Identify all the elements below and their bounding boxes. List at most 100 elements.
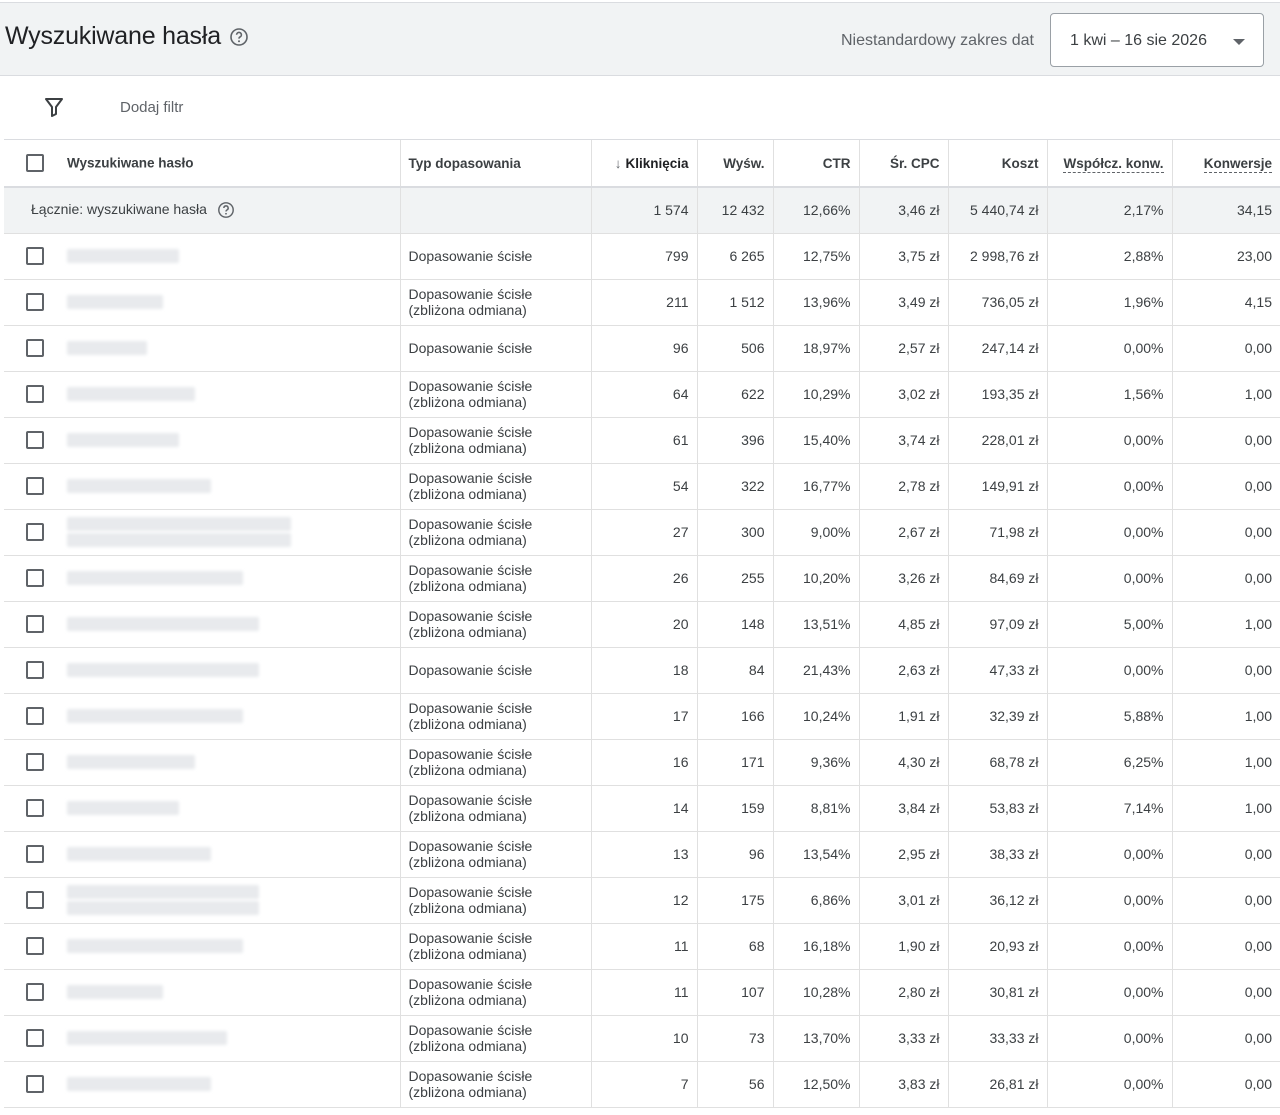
table-row[interactable]: Dopasowanie ścisłe (zbliżona odmiana) 10 73… bbox=[4, 1015, 1280, 1062]
column-conv-rate[interactable]: Współcz. konw. bbox=[1047, 140, 1173, 188]
search-term[interactable] bbox=[67, 385, 195, 403]
total-conv-rate: 2,17% bbox=[1047, 187, 1173, 234]
search-term[interactable] bbox=[67, 615, 259, 633]
impressions-cell: 322 bbox=[697, 463, 774, 510]
search-term[interactable] bbox=[67, 799, 179, 817]
row-checkbox[interactable] bbox=[26, 1075, 44, 1093]
row-checkbox[interactable] bbox=[26, 799, 44, 817]
search-term[interactable] bbox=[67, 1029, 227, 1047]
column-avg-cpc[interactable]: Śr. CPC bbox=[859, 140, 949, 188]
select-all-checkbox[interactable] bbox=[26, 154, 44, 172]
row-checkbox[interactable] bbox=[26, 247, 44, 265]
row-checkbox[interactable] bbox=[26, 753, 44, 771]
column-conversions[interactable]: Konwersje bbox=[1172, 140, 1280, 188]
match-type: Dopasowanie ścisłe bbox=[408, 516, 533, 532]
search-term[interactable] bbox=[67, 339, 147, 357]
match-type-cell: Dopasowanie ścisłe (zbliżona odmiana) bbox=[400, 417, 592, 464]
search-term-redacted bbox=[67, 847, 211, 861]
term-cell bbox=[4, 923, 401, 970]
row-checkbox[interactable] bbox=[26, 983, 44, 1001]
row-checkbox[interactable] bbox=[26, 661, 44, 679]
search-term[interactable] bbox=[67, 661, 259, 679]
search-term[interactable] bbox=[67, 983, 163, 1001]
search-term-redacted bbox=[67, 1077, 211, 1091]
ctr-cell: 12,75% bbox=[773, 233, 860, 280]
term-cell bbox=[4, 601, 401, 648]
row-checkbox[interactable] bbox=[26, 891, 44, 909]
table-row[interactable]: Dopasowanie ścisłe (zbliżona odmiana) 20 14… bbox=[4, 601, 1280, 648]
search-term[interactable] bbox=[67, 569, 243, 587]
column-impressions[interactable]: Wyśw. bbox=[697, 140, 774, 188]
row-checkbox[interactable] bbox=[26, 477, 44, 495]
row-checkbox[interactable] bbox=[26, 569, 44, 587]
table-row[interactable]: Dopasowanie ścisłe (zbliżona odmiana) 7 56 1… bbox=[4, 1061, 1280, 1108]
total-row: Łącznie: wyszukiwane hasła 1 574 12 432 … bbox=[4, 187, 1280, 234]
search-term[interactable] bbox=[67, 1075, 211, 1093]
table-row[interactable]: Dopasowanie ścisłe (zbliżona odmiana) 61 39… bbox=[4, 417, 1280, 464]
column-match-type[interactable]: Typ dopasowania bbox=[400, 140, 592, 188]
search-term[interactable] bbox=[67, 883, 259, 917]
help-icon[interactable] bbox=[217, 201, 235, 219]
table-row[interactable]: Dopasowanie ścisłe (zbliżona odmiana) 54 32… bbox=[4, 463, 1280, 510]
search-term[interactable] bbox=[67, 707, 243, 725]
table-row[interactable]: Dopasowanie ścisłe 96 506 18,97% 2,57 zł 247,… bbox=[4, 325, 1280, 372]
column-cost[interactable]: Koszt bbox=[948, 140, 1048, 188]
search-term[interactable] bbox=[67, 247, 179, 265]
search-term[interactable] bbox=[67, 515, 291, 549]
search-term[interactable] bbox=[67, 293, 163, 311]
search-term[interactable] bbox=[67, 477, 211, 495]
conv-rate-cell: 0,00% bbox=[1047, 417, 1173, 464]
row-checkbox[interactable] bbox=[26, 339, 44, 357]
table-row[interactable]: Dopasowanie ścisłe (zbliżona odmiana) 13 96… bbox=[4, 831, 1280, 878]
table-row[interactable]: Dopasowanie ścisłe (zbliżona odmiana) 64 62… bbox=[4, 371, 1280, 418]
match-type-cell: Dopasowanie ścisłe (zbliżona odmiana) bbox=[400, 371, 592, 418]
table-row[interactable]: Dopasowanie ścisłe (zbliżona odmiana) 12 17… bbox=[4, 877, 1280, 924]
table-row[interactable]: Dopasowanie ścisłe (zbliżona odmiana) 11 10… bbox=[4, 969, 1280, 1016]
match-type-variant: (zbliżona odmiana) bbox=[408, 900, 527, 916]
match-type: Dopasowanie ścisłe bbox=[408, 792, 533, 808]
search-term[interactable] bbox=[67, 845, 211, 863]
column-clicks[interactable]: ↓ Kliknięcia bbox=[591, 140, 698, 188]
search-term[interactable] bbox=[67, 753, 195, 771]
table-row[interactable]: Dopasowanie ścisłe (zbliżona odmiana) 26 25… bbox=[4, 555, 1280, 602]
conv-rate-cell: 0,00% bbox=[1047, 555, 1173, 602]
cost-cell: 47,33 zł bbox=[948, 647, 1048, 694]
dropdown-arrow-icon bbox=[1233, 39, 1245, 45]
row-checkbox[interactable] bbox=[26, 293, 44, 311]
column-ctr[interactable]: CTR bbox=[773, 140, 860, 188]
add-filter-button[interactable]: Dodaj filtr bbox=[120, 99, 183, 116]
search-term-redacted bbox=[67, 433, 179, 447]
table-row[interactable]: Dopasowanie ścisłe (zbliżona odmiana) 27 30… bbox=[4, 509, 1280, 556]
table-row[interactable]: Dopasowanie ścisłe (zbliżona odmiana) 14 15… bbox=[4, 785, 1280, 832]
row-checkbox[interactable] bbox=[26, 845, 44, 863]
table-row[interactable]: Dopasowanie ścisłe (zbliżona odmiana) 11 68… bbox=[4, 923, 1280, 970]
search-term[interactable] bbox=[67, 937, 243, 955]
cost-cell: 33,33 zł bbox=[948, 1015, 1048, 1062]
conv-rate-cell: 5,88% bbox=[1047, 693, 1173, 740]
row-checkbox[interactable] bbox=[26, 615, 44, 633]
table-row[interactable]: Dopasowanie ścisłe 18 84 21,43% 2,63 zł 47,33… bbox=[4, 647, 1280, 694]
row-checkbox[interactable] bbox=[26, 937, 44, 955]
column-term[interactable]: Wyszukiwane hasło bbox=[67, 156, 194, 171]
avg-cpc-cell: 2,57 zł bbox=[859, 325, 949, 372]
table-row[interactable]: Dopasowanie ścisłe (zbliżona odmiana) 16 17… bbox=[4, 739, 1280, 786]
row-checkbox[interactable] bbox=[26, 385, 44, 403]
help-icon[interactable] bbox=[229, 27, 249, 47]
row-checkbox[interactable] bbox=[26, 707, 44, 725]
ctr-cell: 18,97% bbox=[773, 325, 860, 372]
table-row[interactable]: Dopasowanie ścisłe 799 6 265 12,75% 3,75 zł 2… bbox=[4, 233, 1280, 280]
filter-icon[interactable] bbox=[44, 97, 64, 117]
date-range-dropdown[interactable]: 1 kwi – 16 sie 2026 bbox=[1050, 13, 1264, 67]
table-row[interactable]: Dopasowanie ścisłe (zbliżona odmiana) 211 1… bbox=[4, 279, 1280, 326]
term-cell bbox=[4, 509, 401, 556]
search-term-redacted bbox=[67, 885, 259, 899]
row-checkbox[interactable] bbox=[26, 431, 44, 449]
total-label-cell: Łącznie: wyszukiwane hasła bbox=[4, 187, 401, 234]
term-cell bbox=[4, 877, 401, 924]
row-checkbox[interactable] bbox=[26, 1029, 44, 1047]
row-checkbox[interactable] bbox=[26, 523, 44, 541]
table-row[interactable]: Dopasowanie ścisłe (zbliżona odmiana) 17 16… bbox=[4, 693, 1280, 740]
search-term[interactable] bbox=[67, 431, 179, 449]
ctr-cell: 6,86% bbox=[773, 877, 860, 924]
match-type-cell: Dopasowanie ścisłe (zbliżona odmiana) bbox=[400, 555, 592, 602]
